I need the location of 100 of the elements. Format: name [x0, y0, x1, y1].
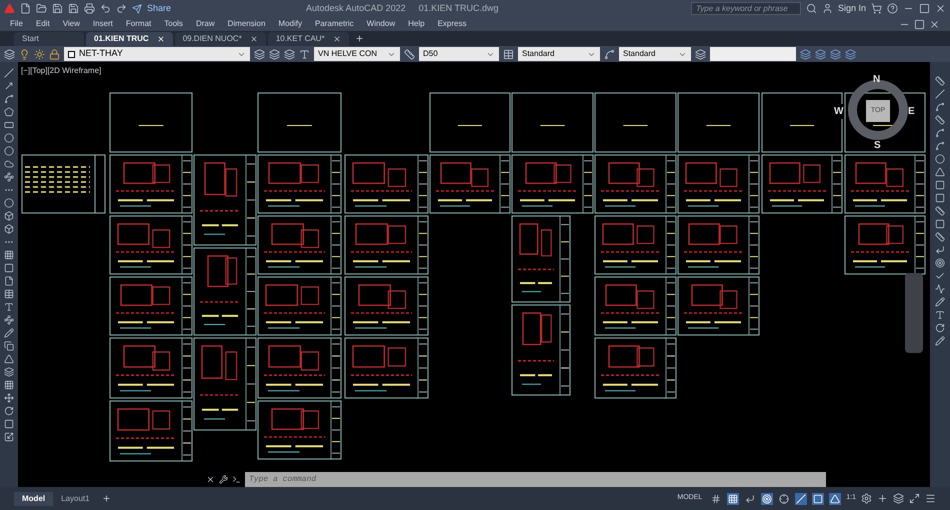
arc-length-icon[interactable] — [935, 102, 945, 112]
save-as-icon[interactable] — [68, 3, 79, 14]
cloud-icon[interactable] — [4, 159, 14, 169]
maximize-icon[interactable] — [919, 3, 930, 14]
close-tab-icon[interactable] — [332, 35, 341, 43]
layer-icon[interactable] — [845, 48, 856, 60]
polygon-icon[interactable] — [4, 107, 14, 117]
multileader-style-dropdown[interactable]: Standard — [619, 47, 691, 61]
layer-dropdown[interactable]: NET-THAY — [64, 47, 250, 61]
layer-icon[interactable] — [830, 48, 841, 60]
close-icon[interactable] — [935, 3, 946, 14]
undo-icon[interactable] — [100, 3, 111, 14]
menu-item[interactable]: Dimension — [228, 18, 266, 30]
save-icon[interactable] — [52, 3, 63, 14]
lineweight-icon[interactable] — [795, 492, 808, 504]
table-icon[interactable] — [4, 289, 14, 299]
grid-icon[interactable] — [710, 492, 722, 504]
layout-tab[interactable]: Model — [14, 492, 54, 506]
object-snap-icon[interactable] — [812, 492, 824, 504]
hatch-icon[interactable] — [4, 250, 14, 260]
menu-item[interactable]: View — [62, 18, 80, 30]
fullscreen-icon[interactable] — [909, 493, 920, 504]
dimension-style-dropdown[interactable]: D50 — [419, 47, 499, 61]
sign-in-link[interactable]: Sign In — [838, 2, 866, 16]
stretch-icon[interactable] — [4, 432, 14, 442]
new-tab-icon[interactable] — [354, 34, 364, 43]
menu-item[interactable]: Draw — [196, 18, 215, 30]
file-tab[interactable]: 09.DIEN NUOC* — [174, 32, 266, 46]
layer-icon[interactable] — [284, 48, 295, 60]
help-icon[interactable] — [887, 3, 898, 14]
menu-item[interactable]: File — [10, 18, 23, 30]
file-tab[interactable]: 01.KIEN TRUC — [86, 32, 173, 46]
block-icon[interactable] — [4, 224, 14, 234]
file-tab[interactable]: 10.KET CAU* — [268, 32, 349, 46]
layer-icon[interactable] — [695, 48, 706, 60]
layer-icon[interactable] — [254, 48, 265, 60]
text-icon[interactable] — [4, 302, 14, 312]
settings-icon[interactable] — [861, 493, 872, 504]
menu-item[interactable]: Format — [126, 18, 152, 30]
redo-icon[interactable] — [116, 3, 127, 14]
search-field[interactable]: Type a keyword or phrase — [690, 2, 801, 15]
menu-item[interactable]: Edit — [36, 18, 50, 30]
layer-icon[interactable] — [269, 48, 280, 60]
doc-close-icon[interactable] — [929, 18, 940, 30]
layout-tab[interactable]: Layout1 — [53, 492, 98, 506]
update-icon[interactable] — [935, 323, 945, 333]
bulb-icon[interactable] — [19, 48, 30, 60]
share-icon[interactable] — [132, 4, 142, 14]
menu-item[interactable]: Window — [366, 18, 396, 30]
menu-item[interactable]: Tools — [164, 18, 183, 30]
share-button[interactable]: Share — [147, 2, 172, 16]
center-mark-icon[interactable] — [935, 258, 945, 268]
linear-dimension-icon[interactable] — [935, 76, 945, 86]
rotate-icon[interactable] — [4, 406, 14, 416]
close-tab-icon[interactable] — [250, 35, 258, 43]
menu-item[interactable]: Express — [438, 18, 466, 30]
layer-icon[interactable] — [815, 48, 826, 60]
menu-item[interactable]: Modify — [278, 18, 302, 30]
sun-icon[interactable] — [34, 48, 45, 60]
cart-icon[interactable] — [871, 3, 882, 14]
menu-item[interactable]: Insert — [92, 18, 113, 30]
inspection-icon[interactable] — [935, 271, 945, 281]
table-style-icon[interactable] — [503, 48, 514, 60]
plus-icon[interactable] — [877, 493, 888, 504]
text-edit-icon[interactable] — [935, 310, 945, 320]
input-field[interactable] — [710, 47, 796, 61]
file-tab[interactable]: Start — [14, 32, 84, 46]
text-style-icon[interactable] — [299, 48, 310, 60]
lock-icon[interactable] — [49, 48, 60, 60]
customize-icon[interactable] — [219, 474, 228, 484]
search-icon[interactable] — [806, 3, 817, 14]
block-icon[interactable] — [4, 211, 14, 221]
tracking-icon[interactable] — [778, 492, 790, 504]
doc-restore-icon[interactable] — [914, 18, 925, 30]
menu-item[interactable]: Help — [408, 18, 425, 30]
table-style-dropdown[interactable]: Standard — [518, 47, 600, 61]
command-icon[interactable] — [232, 474, 241, 484]
new-icon[interactable] — [20, 3, 31, 14]
viewport-label[interactable]: [−][Top][2D Wireframe] — [21, 65, 102, 77]
array-icon[interactable] — [4, 380, 14, 390]
move-icon[interactable] — [4, 393, 14, 403]
multileader-style-icon[interactable] — [604, 48, 615, 60]
close-icon[interactable] — [206, 474, 215, 484]
circle-icon[interactable] — [4, 146, 14, 156]
text-style-dropdown[interactable]: VN HELVE CON — [314, 47, 400, 61]
aligned-dimension-icon[interactable] — [935, 89, 945, 99]
layer-properties-icon[interactable] — [4, 48, 15, 60]
layer-icon[interactable] — [800, 48, 811, 60]
jogged-linear-icon[interactable] — [935, 284, 945, 294]
new-layout-icon[interactable] — [102, 494, 111, 503]
line-icon[interactable] — [4, 68, 14, 78]
rectangle-icon[interactable] — [4, 120, 14, 130]
copy-icon[interactable] — [4, 341, 14, 351]
user-icon[interactable] — [822, 3, 833, 14]
snap-icon[interactable] — [727, 492, 740, 504]
polar-icon[interactable] — [761, 492, 774, 504]
print-icon[interactable] — [84, 3, 95, 14]
menu-icon[interactable] — [925, 493, 936, 504]
open-icon[interactable] — [36, 3, 47, 14]
menu-item[interactable]: Parametric — [314, 18, 354, 30]
